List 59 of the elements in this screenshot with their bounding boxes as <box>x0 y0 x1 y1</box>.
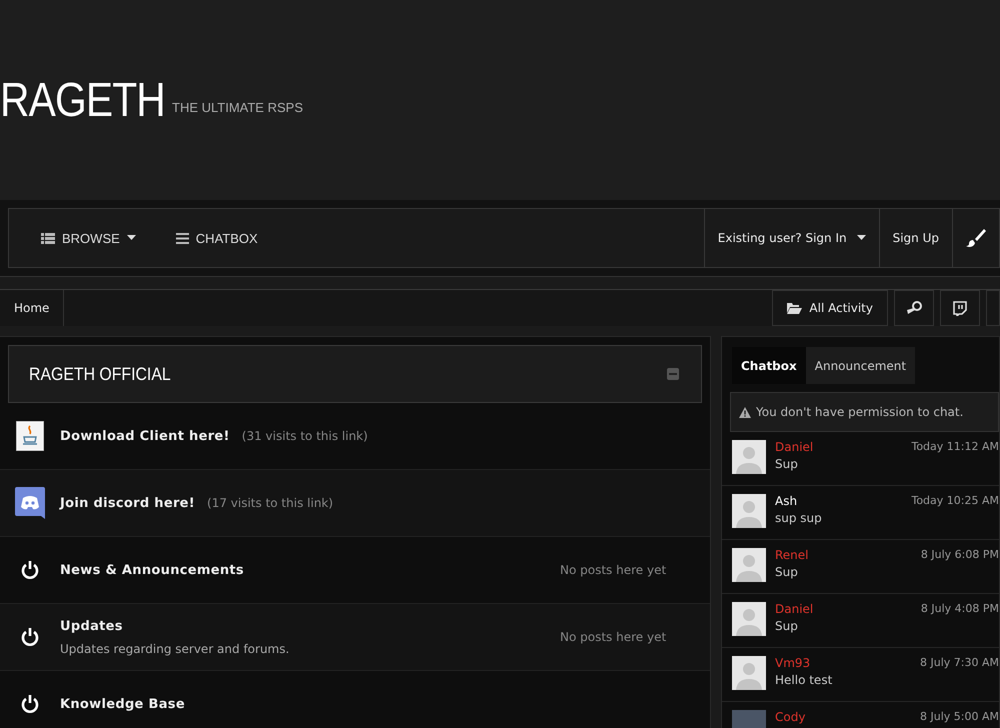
username[interactable]: Daniel <box>775 602 814 616</box>
warning-icon <box>739 406 751 418</box>
sign-in-link[interactable]: Existing user? Sign In <box>704 209 879 267</box>
message-text: sup sup <box>775 511 823 525</box>
username[interactable]: Daniel <box>775 440 814 454</box>
discord-icon <box>15 487 45 519</box>
menu-icon <box>176 232 189 244</box>
post-status: No posts here yet <box>560 630 668 644</box>
message-text: Sup <box>775 457 799 471</box>
message-time: 8 July 7:30 AM <box>920 656 999 670</box>
category-title: RAGETH OFFICIAL <box>29 364 171 384</box>
message-time: 8 July 6:08 PM <box>920 548 999 562</box>
avatar-icon <box>732 494 766 528</box>
username[interactable]: Ash <box>775 494 798 508</box>
message-time: Today 11:12 AM <box>911 440 999 454</box>
all-activity-link[interactable]: All Activity <box>772 290 888 326</box>
message-text: Sup <box>775 619 799 633</box>
message-time: Today 10:25 AM <box>911 494 999 508</box>
power-icon <box>20 560 40 580</box>
username[interactable]: Cody <box>775 710 806 724</box>
username[interactable]: Renel <box>775 548 809 562</box>
avatar-icon <box>732 602 766 636</box>
message-text: Sup <box>775 565 799 579</box>
nav-link[interactable]: CHATBOX <box>176 230 258 246</box>
forum-title[interactable]: Download Client here! <box>60 428 230 444</box>
power-icon <box>20 627 40 647</box>
folder-icon <box>787 302 802 314</box>
social-button[interactable] <box>940 290 980 326</box>
message-time: 8 July 5:00 AM <box>920 710 999 724</box>
twitch-icon <box>953 300 967 316</box>
chat-tab[interactable]: Announcement <box>806 347 916 384</box>
caret-icon <box>126 235 136 241</box>
social-button[interactable] <box>894 290 934 326</box>
power-icon <box>20 694 40 714</box>
notice-text: You don't have permission to chat. <box>756 405 964 419</box>
coffee-cup-icon <box>16 421 44 451</box>
site-tagline: THE ULTIMATE RSPS <box>172 100 303 114</box>
visit-count: (31 visits to this link) <box>242 428 368 442</box>
forum-title[interactable]: News & Announcements <box>60 562 244 578</box>
forum-title[interactable]: Knowledge Base <box>60 696 185 712</box>
visit-count: (17 visits to this link) <box>207 496 334 510</box>
caret-icon <box>856 235 866 241</box>
username[interactable]: Vm93 <box>775 656 810 670</box>
forum-title[interactable]: Join discord here! <box>60 496 196 510</box>
nav-link[interactable]: BROWSE <box>41 230 136 246</box>
message-time: 8 July 4:08 PM <box>920 602 999 616</box>
breadcrumb-home[interactable]: Home <box>0 290 64 326</box>
post-status: No posts here yet <box>560 563 668 577</box>
brush-icon <box>966 228 986 248</box>
avatar-icon <box>732 548 766 582</box>
message-text: Hello test <box>775 673 834 687</box>
chat-tab[interactable]: Chatbox <box>732 347 806 384</box>
site-logo[interactable]: RAGETH <box>0 72 165 128</box>
avatar-icon <box>732 656 766 690</box>
forum-title[interactable]: Updates <box>60 618 123 634</box>
avatar-icon <box>732 440 766 474</box>
list-icon <box>41 232 55 244</box>
sign-up-link[interactable]: Sign Up <box>878 209 952 267</box>
forum-description: Updates regarding server and forums. <box>60 642 290 656</box>
